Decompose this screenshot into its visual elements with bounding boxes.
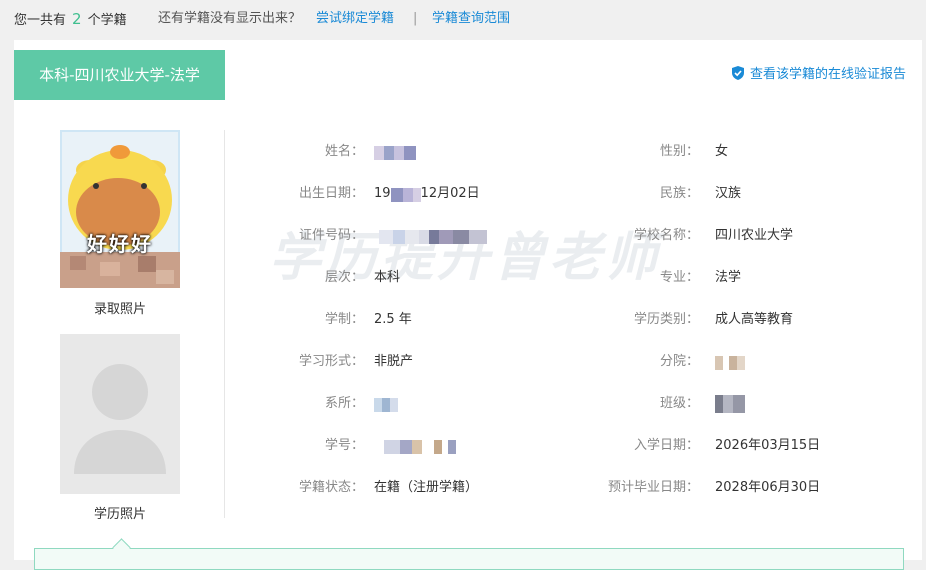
field-value: 本科 (374, 270, 401, 285)
cartoon-photo-image (60, 130, 180, 288)
field-label: 学籍状态： (298, 480, 364, 495)
field-value: 在籍（注册学籍） (374, 480, 479, 495)
degree-photo-label: 学历照片 (93, 507, 146, 522)
redaction-mosaic (715, 394, 745, 413)
field-value-redacted (374, 140, 416, 164)
vertical-divider (224, 130, 225, 518)
field-label: 学历类别： (633, 312, 699, 327)
field-label: 专业： (659, 270, 699, 285)
missing-record-question: 还有学籍没有显示出来？ (158, 11, 302, 26)
count-suffix: 个学籍 (87, 13, 127, 28)
record-count: 2 (72, 10, 82, 28)
field-label: 层次： (324, 270, 364, 285)
field-label: 证件号码： (298, 228, 364, 243)
field-label: 学校名称： (633, 228, 699, 243)
record-query-scope-link[interactable]: 学籍查询范围 (432, 0, 510, 38)
field-value-redacted (374, 392, 398, 416)
field-value-redacted (379, 224, 487, 248)
redaction-mosaic (715, 355, 745, 370)
top-summary-bar: 您一共有 2 个学籍 还有学籍没有显示出来？ 尝试绑定学籍 | 学籍查询范围 (0, 0, 926, 38)
field-label: 预计毕业日期： (607, 480, 699, 495)
count-prefix: 您一共有 (14, 13, 67, 28)
record-count-text: 您一共有 2 个学籍 (14, 0, 127, 40)
field-value: 2026年03月15日 (715, 438, 821, 453)
redaction-mosaic (374, 397, 398, 412)
link-separator: | (413, 11, 418, 26)
field-value: 成人高等教育 (715, 312, 794, 327)
field-label: 性别： (659, 144, 699, 159)
field-label: 姓名： (324, 144, 364, 159)
field-value: 汉族 (715, 186, 742, 201)
field-value-redacted (715, 392, 745, 416)
student-record-card: 本科-四川农业大学-法学 查看该学籍的在线验证报告 好好好 录取照片 学历照片 … (14, 40, 922, 560)
field-value-redacted (715, 350, 745, 374)
field-label: 学习形式： (298, 354, 364, 369)
record-title-tab: 本科-四川农业大学-法学 (14, 50, 225, 100)
field-value: 女 (715, 144, 729, 159)
field-label: 出生日期： (298, 186, 364, 201)
verify-link-label: 查看该学籍的在线验证报告 (749, 67, 906, 82)
admission-photo: 好好好 (60, 130, 180, 288)
shield-check-icon (731, 66, 744, 80)
field-value: 四川农业大学 (715, 228, 794, 243)
field-value: 法学 (715, 270, 742, 285)
online-verification-link[interactable]: 查看该学籍的在线验证报告 (731, 63, 906, 82)
field-value-redacted (384, 434, 456, 458)
redaction-mosaic (379, 229, 487, 244)
photo-caption: 好好好 (87, 232, 153, 256)
redaction-mosaic (374, 145, 416, 160)
field-value: 2.5 年 (374, 312, 412, 327)
field-label: 学号： (324, 438, 364, 453)
field-label: 入学日期： (633, 438, 699, 453)
field-label: 学制： (324, 312, 364, 327)
field-value: 非脱产 (374, 354, 414, 369)
field-value: 19 12月02日 (374, 186, 480, 202)
field-label: 民族： (659, 186, 699, 201)
admission-photo-label: 录取照片 (93, 302, 146, 317)
field-label: 班级： (659, 396, 699, 411)
field-label: 系所： (324, 396, 364, 411)
degree-photo-placeholder (60, 334, 180, 494)
next-section-box (34, 548, 904, 570)
redaction-mosaic (384, 439, 456, 454)
try-bind-record-link[interactable]: 尝试绑定学籍 (316, 0, 394, 38)
user-silhouette-icon (74, 364, 166, 474)
field-label: 分院： (659, 354, 699, 369)
field-value: 2028年06月30日 (715, 480, 821, 495)
redaction-mosaic (390, 187, 421, 202)
